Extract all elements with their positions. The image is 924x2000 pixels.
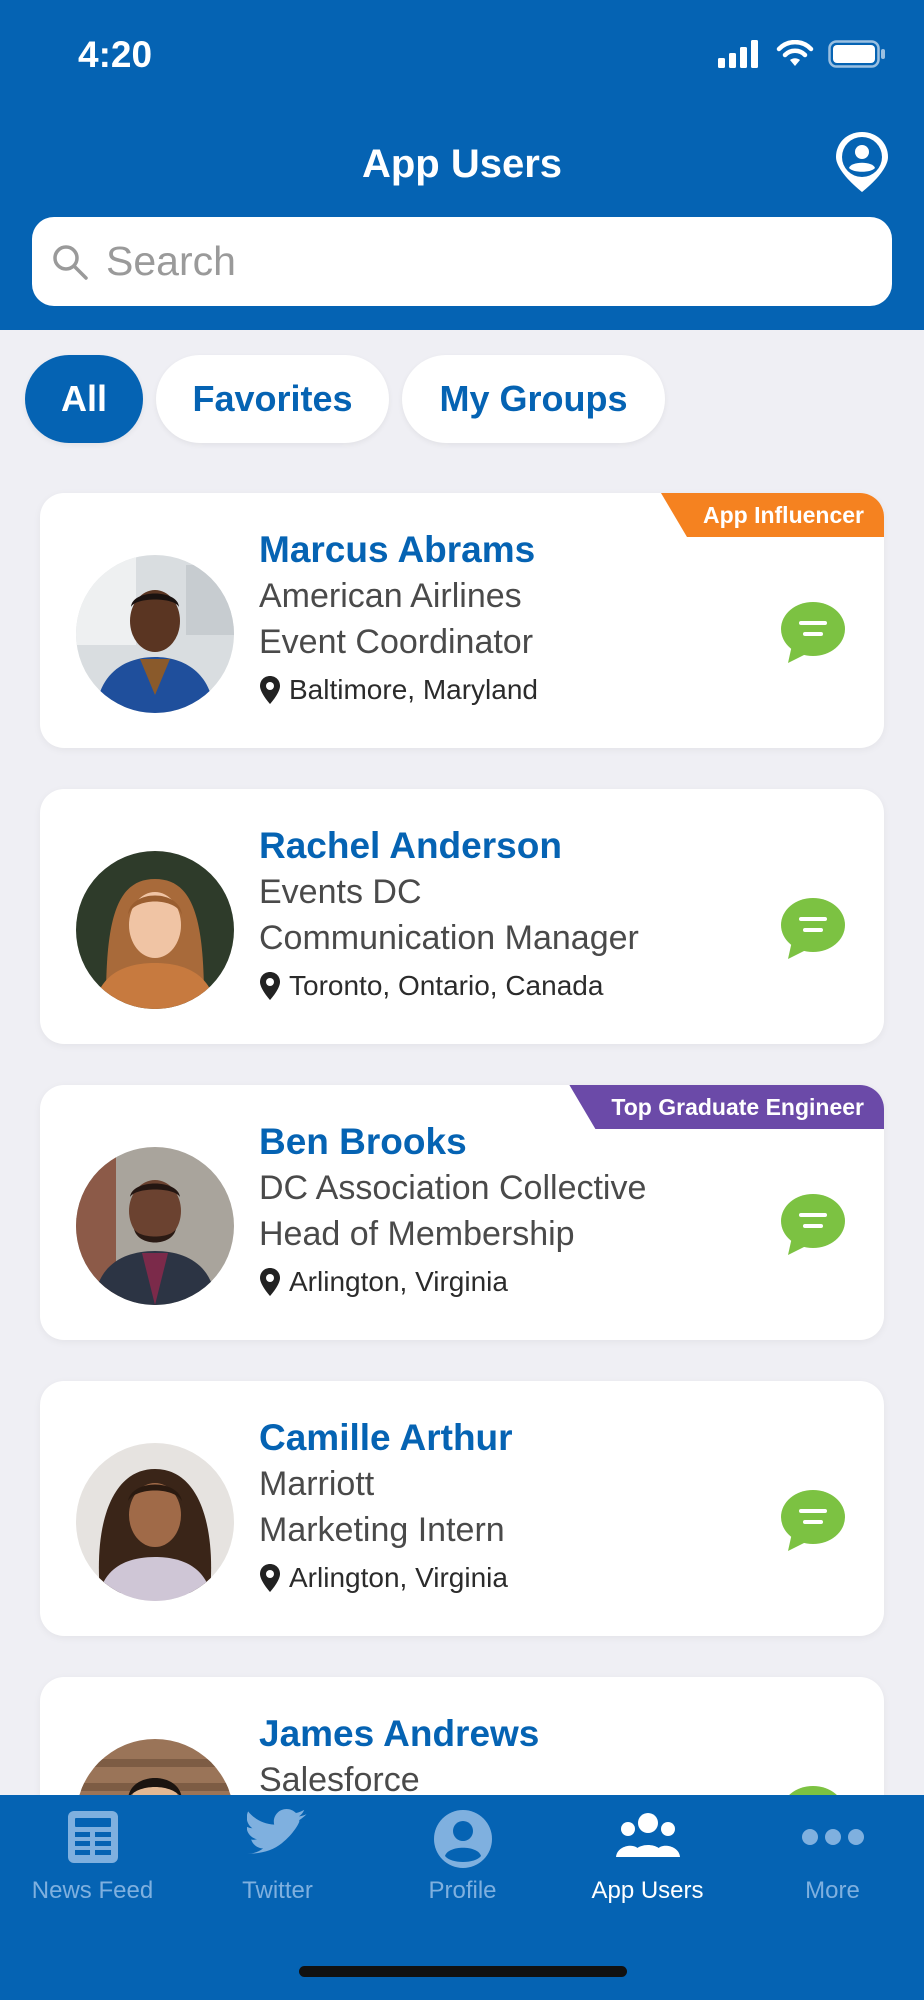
tab-label: Profile [428,1877,497,1904]
avatar [76,851,234,1009]
search-input[interactable] [106,238,866,285]
user-pin-icon [836,132,888,192]
chat-bubble-icon [781,602,845,663]
location-pin-icon [260,972,280,1000]
user-location-text: Arlington, Virginia [289,1266,508,1297]
user-location-button[interactable] [834,130,890,199]
user-location: Baltimore, Maryland [259,667,538,713]
user-card-rachel-anderson[interactable]: Rachel Anderson Events DC Communication … [40,789,884,1044]
user-role: Communication Manager [259,919,639,957]
user-company: DC Association Collective [259,1169,647,1207]
user-location-text: Toronto, Ontario, Canada [289,970,604,1001]
user-info: Marcus Abrams American Airlines Event Co… [259,527,538,713]
more-dots-icon [801,1829,864,1845]
filter-chips: All Favorites My Groups [25,355,665,443]
user-role: Head of Membership [259,1215,575,1253]
chat-bubble-icon [781,898,845,959]
user-company: American Airlines [259,577,522,615]
chat-button[interactable] [780,1193,846,1262]
wifi-icon [776,40,814,66]
tab-label: More [805,1877,860,1904]
avatar [76,555,234,713]
location-pin-icon [260,676,280,704]
tab-label: News Feed [31,1877,154,1904]
user-badge: App Influencer [660,493,884,537]
chat-bubble-icon [781,1490,845,1551]
user-location: Arlington, Virginia [259,1259,646,1305]
user-name[interactable]: Camille Arthur [259,1415,513,1461]
user-location-text: Arlington, Virginia [289,1562,508,1593]
app-header: 4:20 App Users [0,0,924,330]
newspaper-icon [67,1811,118,1863]
user-name[interactable]: Rachel Anderson [259,823,639,869]
status-time: 4:20 [78,34,153,75]
search-bar[interactable] [32,217,892,306]
user-location: Toronto, Ontario, Canada [259,963,639,1009]
chat-button[interactable] [780,1489,846,1558]
twitter-bird-icon [246,1809,307,1854]
chat-button[interactable] [780,601,846,670]
user-name[interactable]: Marcus Abrams [259,527,538,573]
user-info: Rachel Anderson Events DC Communication … [259,823,639,1009]
location-pin-icon [260,1268,280,1296]
search-icon [53,244,88,280]
filter-all-chip[interactable]: All [25,355,143,443]
filter-my-groups-chip[interactable]: My Groups [402,355,665,443]
avatar [76,1147,234,1305]
user-name[interactable]: James Andrews [259,1711,539,1757]
user-card-marcus-abrams[interactable]: App Influencer Marcus Abrams American Ai… [40,493,884,748]
tab-label: App Users [591,1877,704,1904]
user-location-text: Baltimore, Maryland [289,674,538,705]
battery-icon [828,40,885,68]
user-card-camille-arthur[interactable]: Camille Arthur Marriott Marketing Intern… [40,1381,884,1636]
user-info: Ben Brooks DC Association Collective Hea… [259,1119,646,1305]
chat-button[interactable] [780,897,846,966]
home-indicator[interactable] [299,1966,627,1977]
location-pin-icon [260,1564,280,1592]
user-card-ben-brooks[interactable]: Top Graduate Engineer Ben Brooks DC Asso… [40,1085,884,1340]
user-role: Event Coordinator [259,623,534,661]
user-location: Arlington, Virginia [259,1555,513,1601]
user-info: James Andrews Salesforce [259,1711,539,1803]
tab-label: Twitter [242,1877,313,1904]
user-info: Camille Arthur Marriott Marketing Intern… [259,1415,513,1601]
cellular-signal-icon [718,40,758,68]
user-name[interactable]: Ben Brooks [259,1119,646,1165]
user-company: Marriott [259,1465,375,1503]
chat-bubble-icon [781,1194,845,1255]
user-role: Marketing Intern [259,1511,505,1549]
users-group-icon [615,1813,680,1857]
status-icons [718,40,886,68]
user-company: Events DC [259,873,422,911]
user-circle-icon [433,1810,492,1868]
page-title: App Users [361,142,563,186]
filter-favorites-chip[interactable]: Favorites [156,355,389,443]
avatar [76,1443,234,1601]
